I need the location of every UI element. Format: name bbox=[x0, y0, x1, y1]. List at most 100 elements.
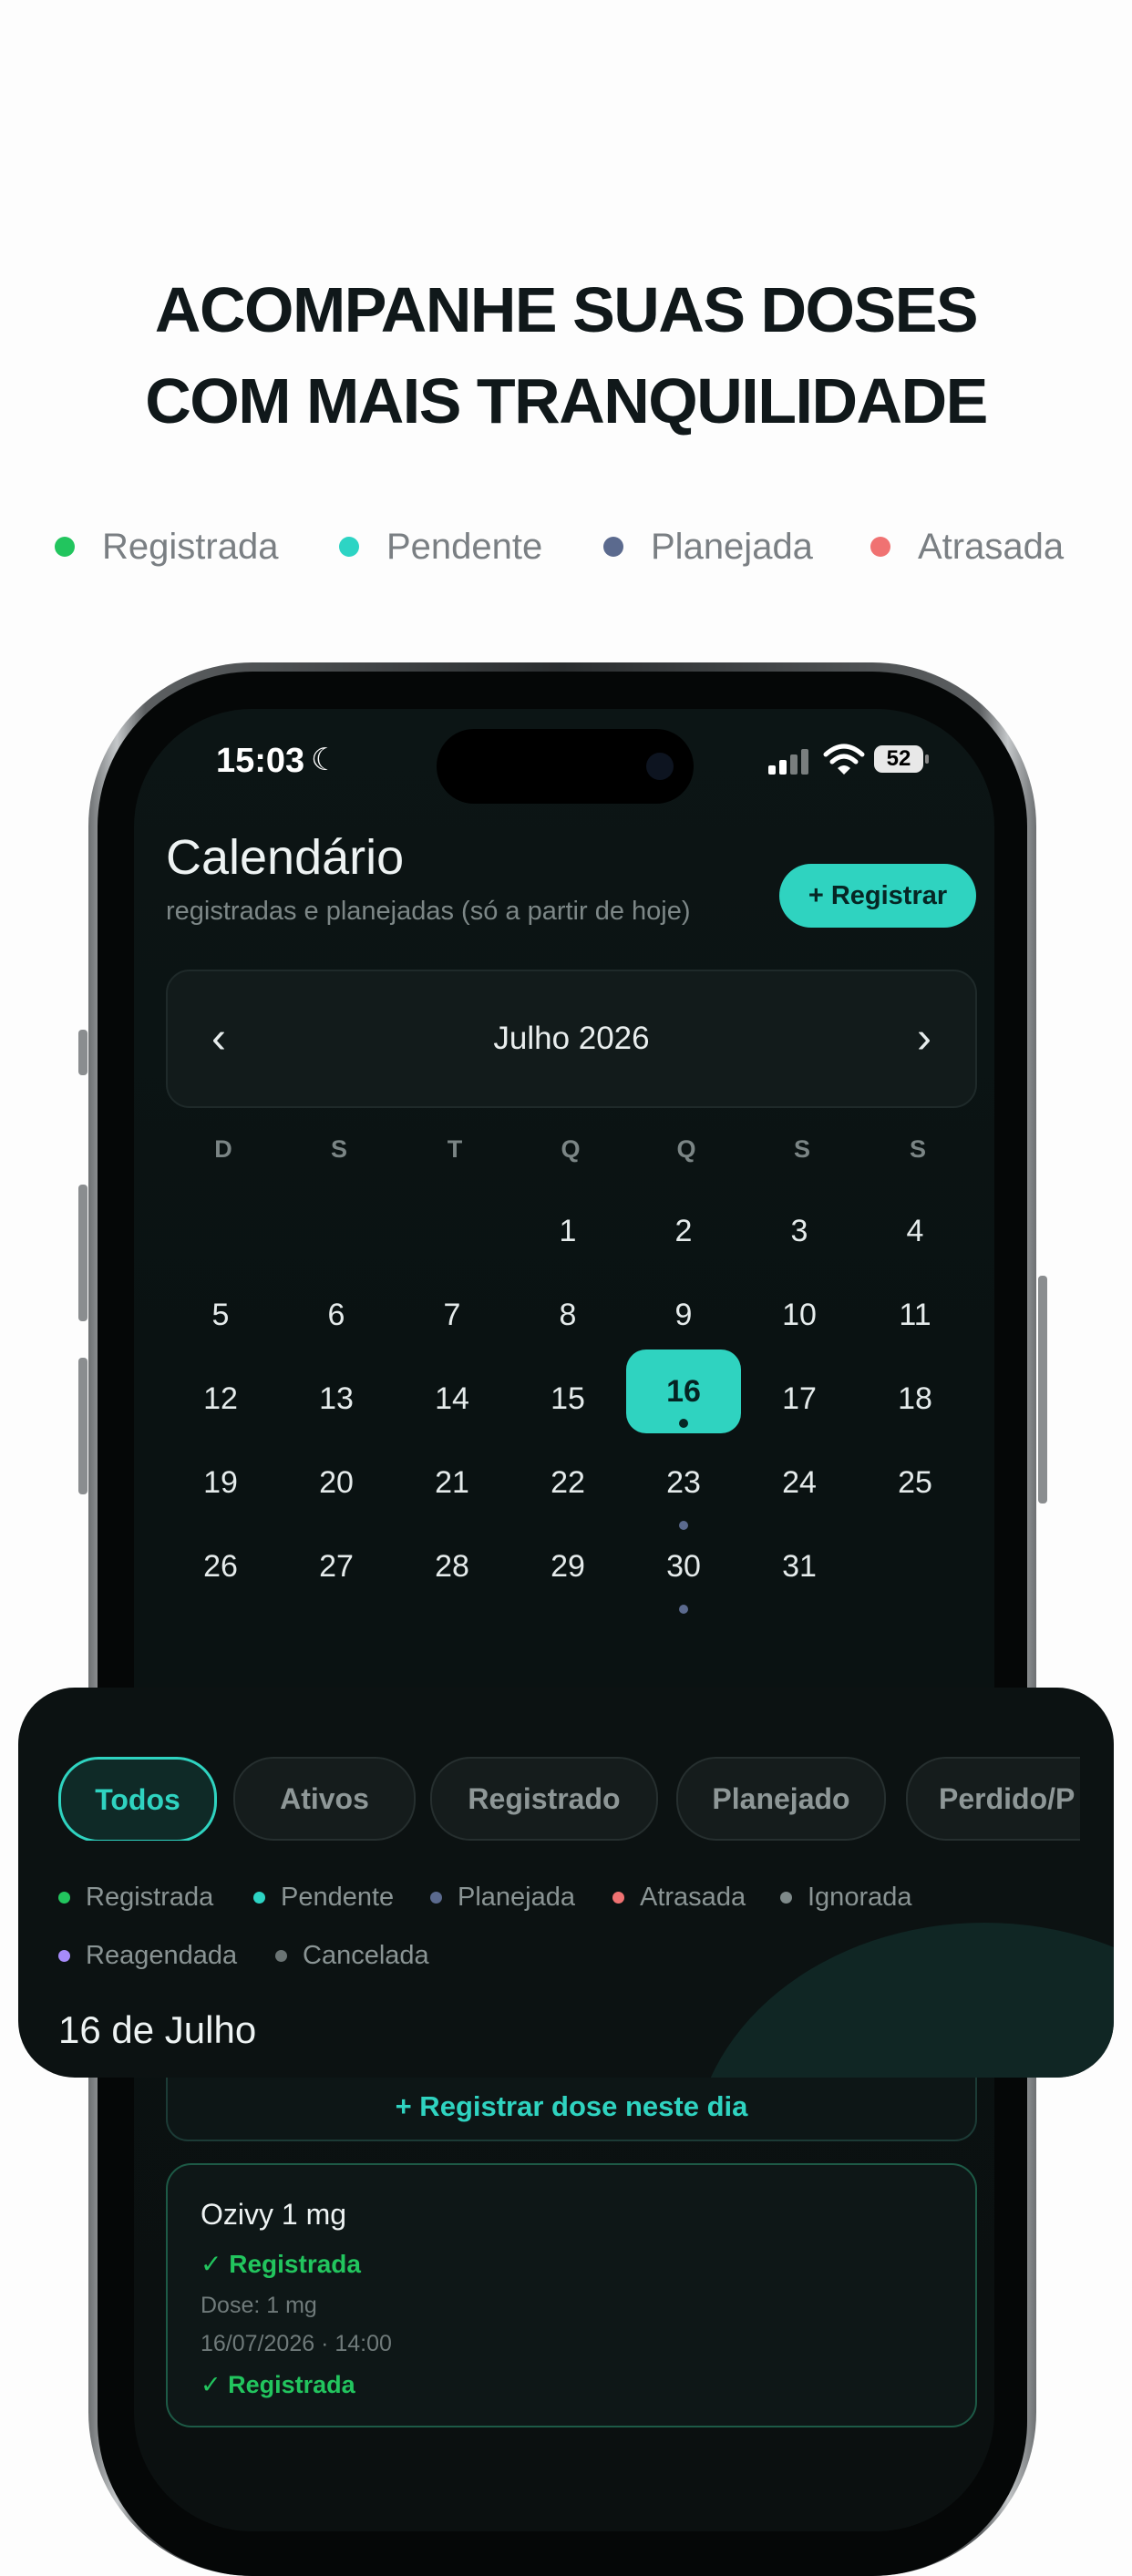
calendar-day[interactable]: 12 bbox=[163, 1357, 278, 1441]
calendar-day[interactable]: 9 bbox=[626, 1273, 741, 1357]
power-button bbox=[1038, 1276, 1047, 1504]
legend-label: Planejada bbox=[458, 1882, 575, 1912]
calendar-day[interactable]: 11 bbox=[858, 1273, 972, 1357]
calendar-day[interactable]: 27 bbox=[279, 1524, 394, 1608]
calendar-day[interactable]: 19 bbox=[163, 1441, 278, 1524]
month-label: Julho 2026 bbox=[493, 1021, 650, 1056]
page-title: Calendário bbox=[166, 830, 405, 885]
legend-item-registrada: Registrada bbox=[55, 519, 278, 574]
chip-ativos[interactable]: Ativos bbox=[233, 1757, 416, 1841]
register-button[interactable]: + Registrar bbox=[779, 864, 976, 928]
calendar-day[interactable]: 31 bbox=[742, 1524, 857, 1608]
calendar-day[interactable]: 17 bbox=[742, 1357, 857, 1441]
legend-item-pendente: Pendente bbox=[253, 1879, 394, 1915]
dose-datetime: 16/07/2026 · 14:00 bbox=[201, 2331, 392, 2356]
green-dot-icon bbox=[55, 537, 75, 557]
weekday-label: S bbox=[330, 1135, 347, 1163]
teal-dot-icon bbox=[339, 537, 359, 557]
calendar-day[interactable]: 10 bbox=[742, 1273, 857, 1357]
legend-item-registrada: Registrada bbox=[58, 1879, 213, 1915]
teal-dot-icon bbox=[253, 1891, 265, 1904]
calendar-day[interactable]: 29 bbox=[510, 1524, 625, 1608]
legend-item-planejada: Planejada bbox=[603, 519, 813, 574]
chip-registrado[interactable]: Registrado bbox=[430, 1757, 658, 1841]
legend-label: Pendente bbox=[386, 526, 543, 567]
legend-label: Atrasada bbox=[640, 1882, 746, 1912]
weekday-label: Q bbox=[561, 1135, 581, 1163]
legend-label: Registrada bbox=[102, 526, 279, 567]
legend-label: Cancelada bbox=[303, 1940, 429, 1970]
calendar-day[interactable]: 20 bbox=[279, 1441, 394, 1524]
calendar-day[interactable]: 3 bbox=[742, 1189, 857, 1273]
headline-line-2: COM MAIS TRANQUILIDADE bbox=[145, 365, 988, 436]
dose-dot-icon bbox=[679, 1419, 688, 1428]
legend-item-atrasada: Atrasada bbox=[870, 519, 1064, 574]
calendar-day[interactable]: 25 bbox=[858, 1441, 972, 1524]
dose-amount: Dose: 1 mg bbox=[201, 2293, 317, 2318]
calendar-day[interactable]: 14 bbox=[395, 1357, 509, 1441]
slate-dot-icon bbox=[603, 537, 623, 557]
month-navigator: ‹ Julho 2026 › bbox=[166, 970, 977, 1108]
calendar-day-selected[interactable]: 16 bbox=[626, 1350, 741, 1433]
legend-label: Registrada bbox=[86, 1882, 214, 1912]
weekday-label: Q bbox=[676, 1135, 696, 1163]
chevron-right-icon[interactable]: › bbox=[897, 971, 952, 1106]
volume-up-button bbox=[78, 1185, 87, 1321]
calendar-day[interactable]: 5 bbox=[163, 1273, 278, 1357]
filter-panel: Todos Ativos Registrado Planejado Perdid… bbox=[18, 1688, 1114, 2078]
calendar-day[interactable]: 4 bbox=[858, 1189, 972, 1273]
status-legend-row-1: Registrada Pendente Planejada Atrasada I… bbox=[58, 1879, 1079, 1915]
slate-dot-icon bbox=[430, 1891, 442, 1904]
chip-planejado[interactable]: Planejado bbox=[676, 1757, 886, 1841]
battery-icon: 52 bbox=[874, 745, 929, 773]
calendar-day[interactable]: 18 bbox=[858, 1357, 972, 1441]
calendar-day[interactable]: 2 bbox=[626, 1189, 741, 1273]
weekday-label: D bbox=[214, 1135, 232, 1163]
calendar-day[interactable]: 15 bbox=[510, 1357, 625, 1441]
calendar-day[interactable]: 26 bbox=[163, 1524, 278, 1608]
status-badge: ✓ Registrada bbox=[201, 2250, 361, 2278]
legend-item-pendente: Pendente bbox=[339, 519, 542, 574]
calendar-day[interactable]: 7 bbox=[395, 1273, 509, 1357]
volume-down-button bbox=[78, 1358, 87, 1494]
planned-dot-icon bbox=[679, 1605, 688, 1614]
signal-icon bbox=[768, 749, 812, 775]
legend-item-cancelada: Cancelada bbox=[275, 1937, 429, 1974]
calendar-day[interactable]: 6 bbox=[279, 1273, 394, 1357]
calendar-day[interactable]: 1 bbox=[510, 1189, 625, 1273]
legend-item-reagendada: Reagendada bbox=[58, 1937, 237, 1974]
calendar-day[interactable]: 13 bbox=[279, 1357, 394, 1441]
calendar-day-with-dose[interactable]: 23 bbox=[626, 1441, 741, 1530]
moon-icon: ☾ bbox=[311, 743, 339, 777]
chip-todos[interactable]: Todos bbox=[58, 1757, 217, 1841]
calendar-day[interactable]: 28 bbox=[395, 1524, 509, 1608]
legend-item-planejada: Planejada bbox=[430, 1879, 575, 1915]
status-time: 15:03 bbox=[216, 742, 305, 780]
legend-label: Atrasada bbox=[918, 526, 1065, 567]
dark-gray-dot-icon bbox=[275, 1949, 287, 1962]
day-number: 23 bbox=[666, 1465, 701, 1500]
day-number: 30 bbox=[666, 1549, 701, 1584]
register-dose-day-button[interactable]: + Registrar dose neste dia bbox=[166, 2078, 977, 2141]
calendar-day[interactable]: 22 bbox=[510, 1441, 625, 1524]
selected-date-title: 16 de Julho bbox=[58, 2008, 257, 2051]
red-dot-icon bbox=[870, 537, 890, 557]
legend-label: Ignorada bbox=[808, 1882, 912, 1912]
medication-name: Ozivy 1 mg bbox=[201, 2198, 347, 2231]
camera-icon bbox=[646, 753, 674, 780]
headline-line-1: ACOMPANHE SUAS DOSES bbox=[154, 274, 979, 345]
calendar-day[interactable]: 24 bbox=[742, 1441, 857, 1524]
chip-perdido[interactable]: Perdido/P bbox=[906, 1757, 1080, 1841]
status-footer: ✓ Registrada bbox=[201, 2371, 355, 2398]
dose-card[interactable]: Ozivy 1 mg ✓ Registrada Dose: 1 mg 16/07… bbox=[166, 2163, 977, 2427]
calendar-day-with-dose[interactable]: 30 bbox=[626, 1524, 741, 1614]
calendar-day[interactable]: 21 bbox=[395, 1441, 509, 1524]
gray-dot-icon bbox=[780, 1891, 792, 1904]
filter-chips: Todos Ativos Registrado Planejado Perdid… bbox=[58, 1757, 1080, 1841]
weekday-label: S bbox=[909, 1135, 926, 1163]
calendar-day[interactable]: 8 bbox=[510, 1273, 625, 1357]
wifi-icon bbox=[823, 744, 865, 775]
weekday-label: T bbox=[447, 1135, 463, 1163]
legend-label: Pendente bbox=[281, 1882, 395, 1912]
dynamic-island bbox=[437, 729, 694, 804]
